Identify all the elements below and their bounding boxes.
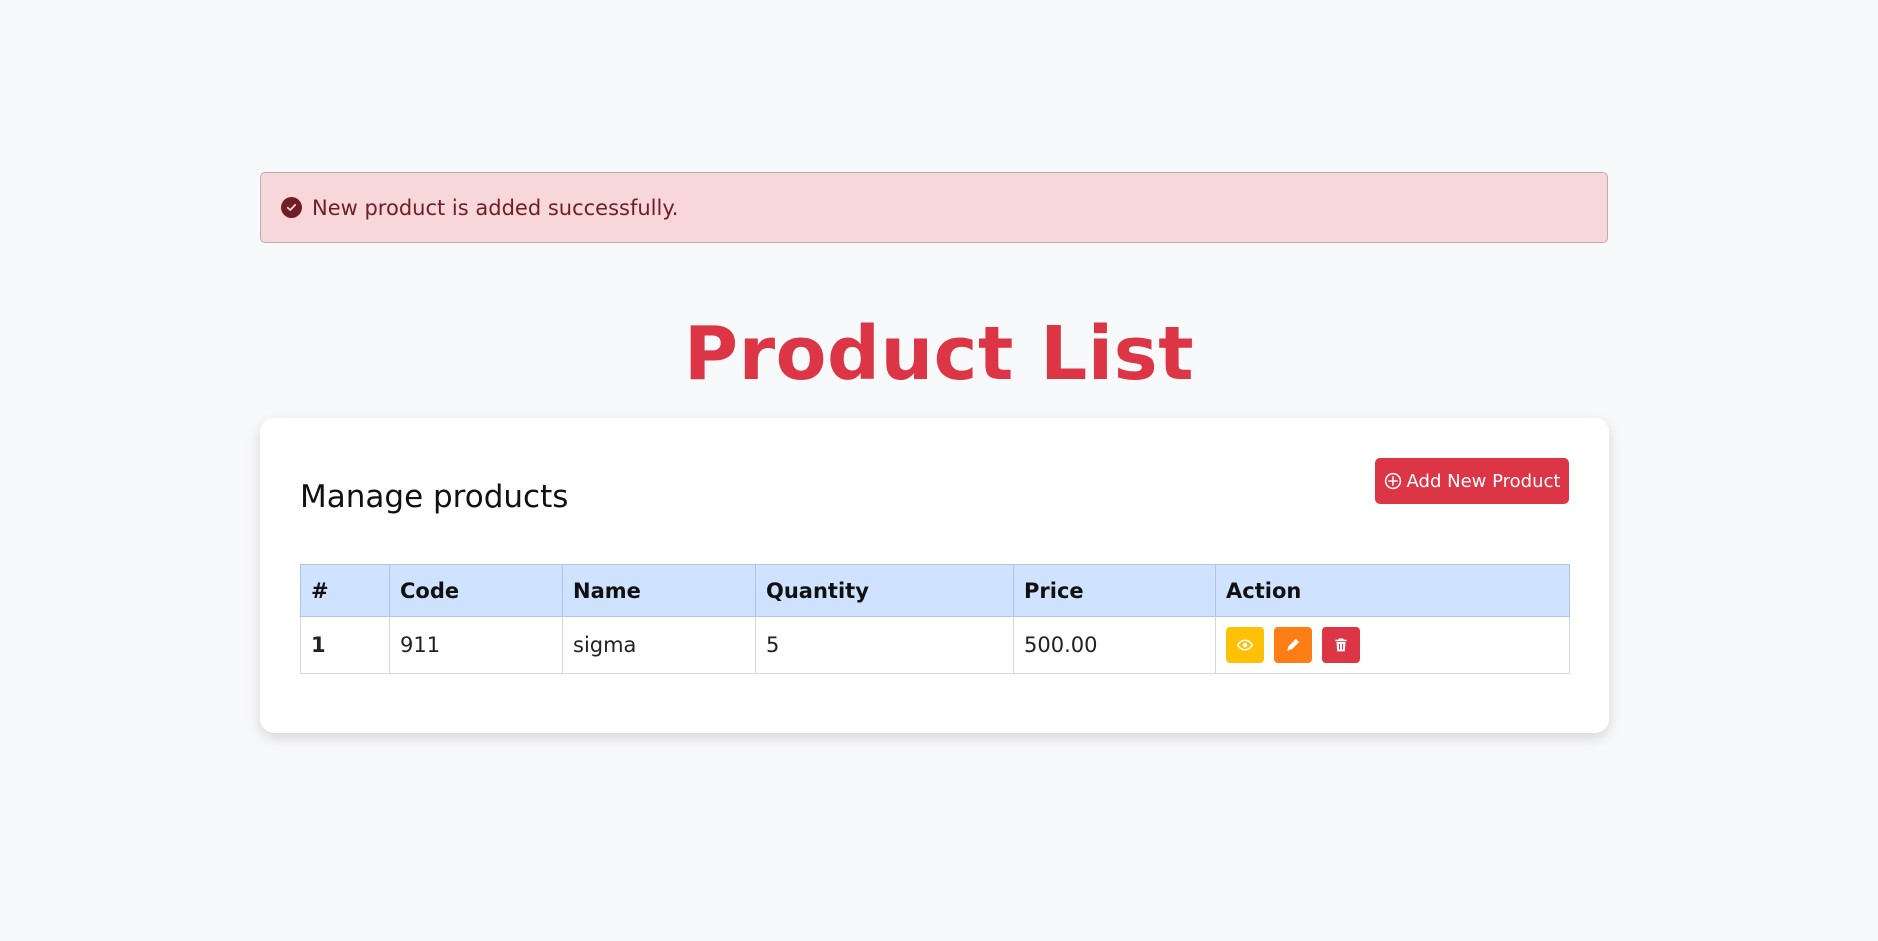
- product-name: sigma: [562, 616, 756, 674]
- success-alert-message: New product is added successfully.: [312, 195, 679, 220]
- trash-icon: [1335, 638, 1347, 652]
- edit-product-button[interactable]: [1274, 627, 1312, 663]
- view-product-button[interactable]: [1226, 627, 1264, 663]
- product-quantity: 5: [755, 616, 1014, 674]
- add-new-product-button[interactable]: Add New Product: [1375, 458, 1569, 504]
- product-actions: [1215, 616, 1570, 674]
- header-name: Name: [562, 564, 756, 617]
- action-buttons: [1226, 627, 1559, 663]
- header-code: Code: [389, 564, 563, 617]
- success-alert: New product is added successfully.: [260, 172, 1608, 243]
- delete-product-button[interactable]: [1322, 627, 1360, 663]
- pencil-icon: [1287, 638, 1300, 651]
- row-number: 1: [300, 616, 390, 674]
- product-code: 911: [389, 616, 563, 674]
- card-title: Manage products: [300, 478, 569, 515]
- header-number: #: [300, 564, 390, 617]
- header-price: Price: [1013, 564, 1216, 617]
- product-table: # Code Name Quantity Price Action 1 911 …: [300, 564, 1570, 674]
- add-new-product-label: Add New Product: [1406, 470, 1561, 492]
- eye-icon: [1236, 639, 1254, 651]
- table-row: 1 911 sigma 5 500.00: [300, 616, 1570, 674]
- check-circle-icon: [281, 197, 302, 218]
- plus-circle-icon: [1384, 472, 1401, 490]
- product-price: 500.00: [1013, 616, 1216, 674]
- header-quantity: Quantity: [755, 564, 1014, 617]
- table-header-row: # Code Name Quantity Price Action: [300, 564, 1570, 617]
- manage-products-card: Manage products Add New Product # Code N…: [260, 418, 1609, 733]
- product-list-page: New product is added successfully. Produ…: [0, 0, 1878, 941]
- header-action: Action: [1215, 564, 1570, 617]
- page-title: Product List: [683, 310, 1195, 397]
